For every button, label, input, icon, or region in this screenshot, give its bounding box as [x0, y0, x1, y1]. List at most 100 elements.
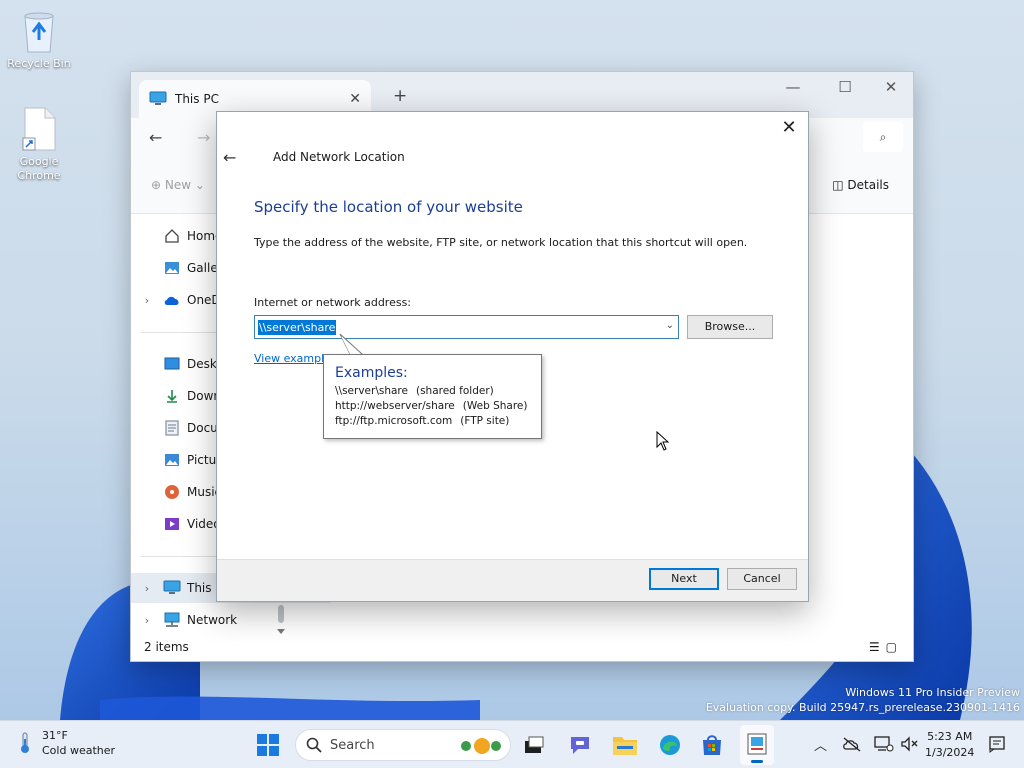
desktop-icon	[163, 356, 181, 372]
cancel-button[interactable]: Cancel	[727, 568, 797, 590]
details-button[interactable]: ◫ Details	[832, 178, 889, 192]
close-tab-icon[interactable]: ✕	[349, 91, 361, 107]
chevron-right-icon[interactable]: ›	[131, 582, 163, 595]
sidebar-item-network[interactable]: › Network	[131, 605, 331, 635]
active-app-control-panel[interactable]	[740, 725, 774, 765]
view-toggle: ☰▢	[869, 640, 903, 654]
search-placeholder: Search	[330, 737, 375, 753]
watermark-line: Windows 11 Pro Insider Preview	[845, 686, 1020, 699]
clock-date: 1/3/2024	[925, 746, 975, 759]
back-arrow-icon[interactable]: ←	[223, 148, 236, 167]
windows-logo-icon	[257, 734, 279, 756]
details-button-label: Details	[847, 178, 889, 192]
chevron-up-icon[interactable]: ︿	[814, 735, 827, 754]
scrollbar[interactable]	[274, 605, 288, 637]
network-address-combobox[interactable]: \\server\share ⌄	[254, 315, 679, 339]
monitor-icon	[149, 91, 167, 105]
close-window-button[interactable]: ✕	[871, 78, 911, 96]
desktop-icon-label: Recycle Bin	[7, 57, 71, 70]
file-explorer-taskbar-button[interactable]	[611, 731, 639, 759]
active-indicator	[751, 760, 763, 763]
this-pc-icon	[163, 580, 181, 596]
sidebar-item-label: Network	[187, 613, 238, 627]
volume-muted-icon[interactable]	[900, 736, 918, 752]
item-count: 2 items	[144, 640, 189, 654]
close-dialog-button[interactable]: ✕	[776, 116, 802, 140]
folder-icon	[613, 737, 637, 755]
home-icon	[163, 228, 181, 244]
maximize-button[interactable]: ☐	[825, 78, 865, 96]
dialog-footer: Next Cancel	[217, 559, 808, 601]
network-wizard-icon	[747, 733, 767, 755]
tiles-view-icon[interactable]: ▢	[886, 640, 903, 654]
notifications-icon[interactable]	[988, 735, 1006, 753]
new-tab-button[interactable]: +	[393, 86, 407, 106]
task-view-button[interactable]	[520, 731, 548, 759]
examples-tooltip: Examples: \\server\share (shared folder) …	[323, 354, 542, 439]
new-button-label: New	[164, 178, 192, 192]
status-bar: 2 items ☰▢	[131, 635, 913, 661]
example-line: \\server\share (shared folder)	[335, 384, 530, 399]
chevron-right-icon[interactable]: ›	[131, 614, 163, 627]
music-icon	[163, 484, 181, 500]
forward-button[interactable]: →	[197, 128, 210, 147]
recycle-bin-icon	[24, 12, 54, 53]
example-note: (shared folder)	[415, 385, 494, 397]
list-view-icon[interactable]: ☰	[869, 640, 886, 654]
file-shortcut-icon	[22, 107, 56, 151]
downloads-icon	[163, 388, 181, 404]
example-line: ftp://ftp.microsoft.com (FTP site)	[335, 414, 530, 429]
example-path: http://webserver/share	[335, 400, 455, 412]
example-note: (Web Share)	[462, 400, 528, 412]
view-examples-link[interactable]: View example	[254, 352, 331, 365]
desktop-icon-google-chrome[interactable]: Google Chrome	[1, 106, 77, 183]
search-icon	[306, 737, 322, 753]
details-pane-icon: ◫	[832, 178, 844, 192]
microsoft-store-button[interactable]	[698, 731, 726, 759]
teams-chat-button[interactable]	[566, 731, 594, 759]
search-icon[interactable]: ⌕	[863, 122, 903, 152]
desktop-icon-label: Google Chrome	[17, 155, 61, 182]
network-status-icon[interactable]	[874, 735, 894, 753]
tooltip-pointer	[339, 333, 364, 355]
start-button[interactable]	[254, 731, 282, 759]
new-button[interactable]: ⊕ New ⌄	[151, 178, 205, 192]
task-view-icon	[525, 736, 544, 753]
next-button[interactable]: Next	[649, 568, 719, 590]
watermark-line: Evaluation copy. Build 25947.rs_prerelea…	[705, 701, 1020, 714]
instructions-text: Type the address of the website, FTP sit…	[254, 236, 748, 249]
weather-widget[interactable]: 31°F Cold weather	[18, 728, 115, 758]
example-line: http://webserver/share (Web Share)	[335, 399, 530, 414]
network-address-input[interactable]: \\server\share	[258, 319, 337, 335]
edge-browser-button[interactable]	[656, 731, 684, 759]
tab-title: This PC	[175, 92, 219, 106]
dialog-title: Add Network Location	[273, 150, 405, 164]
edge-icon	[660, 735, 680, 755]
search-highlight-icon	[461, 738, 501, 754]
pictures-icon	[163, 452, 181, 468]
mouse-cursor-icon	[656, 431, 670, 451]
thermometer-icon	[21, 732, 29, 753]
example-path: \\server\share	[335, 385, 408, 397]
tooltip-title: Examples:	[335, 365, 408, 381]
chat-icon	[571, 737, 589, 754]
desktop-icon-recycle-bin[interactable]: Recycle Bin	[1, 10, 77, 71]
back-button[interactable]: ←	[149, 128, 162, 147]
weather-temperature: 31°F	[42, 729, 68, 742]
chevron-down-icon[interactable]: ⌄	[666, 320, 674, 331]
address-label: Internet or network address:	[254, 296, 412, 309]
system-clock[interactable]: 5:23 AM 1/3/2024	[925, 729, 974, 761]
clock-time: 5:23 AM	[927, 730, 973, 743]
documents-icon	[163, 420, 181, 436]
gallery-icon	[163, 260, 181, 276]
browse-button[interactable]: Browse...	[687, 315, 773, 339]
example-note: (FTP site)	[460, 415, 510, 427]
taskbar: 31°F Cold weather Search ︿ 5:23 AM 1/3/2…	[0, 720, 1024, 768]
onedrive-offline-icon[interactable]	[842, 736, 862, 752]
onedrive-icon	[163, 292, 181, 308]
taskbar-search-box[interactable]: Search	[295, 729, 511, 761]
minimize-button[interactable]: —	[773, 78, 813, 96]
evaluation-watermark: Windows 11 Pro Insider Preview Evaluatio…	[706, 685, 1020, 715]
store-icon	[703, 735, 721, 755]
chevron-right-icon[interactable]: ›	[131, 294, 163, 307]
